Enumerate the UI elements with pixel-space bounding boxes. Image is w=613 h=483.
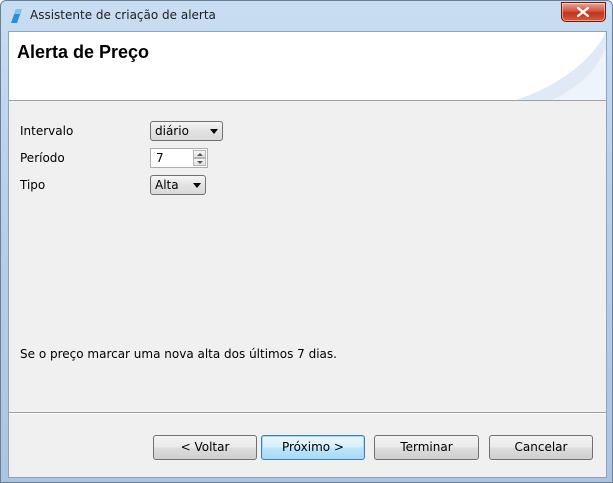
period-increment-button[interactable] bbox=[193, 150, 206, 158]
footer-divider bbox=[9, 412, 606, 414]
wizard-header: Alerta de Preço bbox=[9, 32, 606, 101]
type-value: Alta bbox=[155, 178, 179, 192]
period-decrement-button[interactable] bbox=[193, 158, 206, 166]
chevron-down-icon bbox=[210, 129, 218, 134]
close-icon bbox=[577, 7, 589, 17]
cancel-button[interactable]: Cancelar bbox=[489, 435, 593, 460]
wizard-window: Assistente de criação de alerta Alerta d… bbox=[0, 0, 613, 483]
wizard-app-icon bbox=[11, 9, 22, 23]
wizard-client-area: Alerta de Preço Intervalo diário Período… bbox=[8, 31, 607, 478]
interval-value: diário bbox=[155, 124, 189, 138]
type-label: Tipo bbox=[20, 178, 46, 192]
period-label: Período bbox=[20, 151, 65, 165]
window-title: Assistente de criação de alerta bbox=[30, 8, 216, 22]
finish-button[interactable]: Terminar bbox=[374, 435, 479, 460]
chevron-up-icon bbox=[197, 153, 203, 156]
period-value: 7 bbox=[156, 151, 164, 165]
alert-description: Se o preço marcar uma nova alta dos últi… bbox=[20, 347, 337, 361]
interval-label: Intervalo bbox=[20, 124, 74, 138]
back-button[interactable]: < Voltar bbox=[153, 435, 257, 460]
close-button[interactable] bbox=[561, 2, 606, 22]
chevron-down-icon bbox=[193, 183, 201, 188]
next-button[interactable]: Próximo > bbox=[261, 435, 365, 460]
title-bar[interactable]: Assistente de criação de alerta bbox=[1, 1, 612, 30]
period-stepper[interactable]: 7 bbox=[150, 148, 208, 168]
interval-select[interactable]: diário bbox=[150, 121, 223, 141]
chevron-down-icon bbox=[197, 161, 203, 164]
type-select[interactable]: Alta bbox=[150, 175, 206, 195]
header-decoration bbox=[516, 32, 606, 100]
page-title: Alerta de Preço bbox=[17, 42, 150, 62]
